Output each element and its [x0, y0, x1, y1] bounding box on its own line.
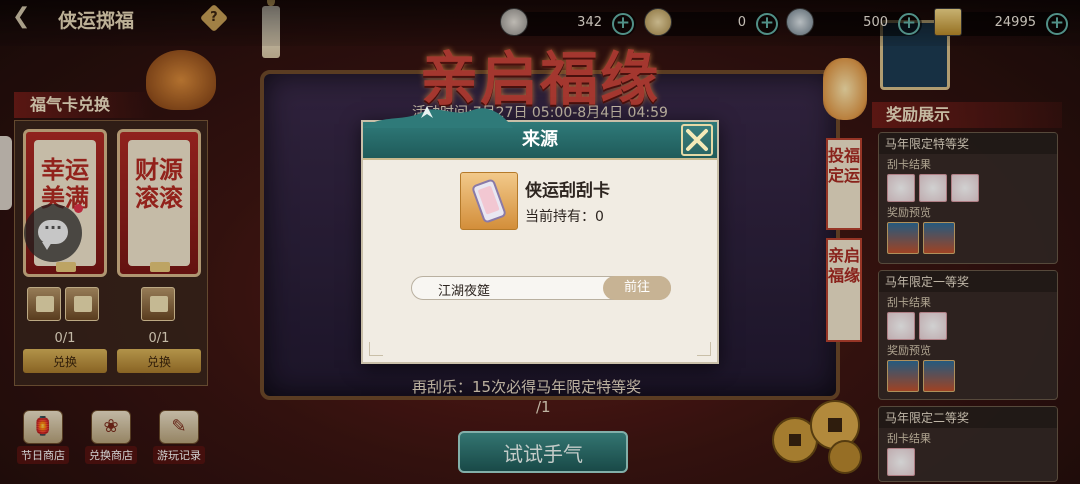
dialog-title: 来源 — [522, 129, 558, 150]
source-label: 江湖夜筵 — [438, 284, 491, 299]
close-x-icon[interactable] — [681, 124, 713, 156]
goto-button[interactable]: 前往 — [603, 276, 671, 300]
source-dialog: 来源 侠运刮刮卡 当前持有：0 江湖夜筵 前往 — [361, 106, 719, 364]
dialog-header: 来源 — [363, 106, 717, 160]
item-held-count: 当前持有：0 — [525, 209, 604, 225]
corner-ornament — [697, 342, 711, 356]
item-name: 侠运刮刮卡 — [525, 181, 610, 201]
scratch-card-item-icon — [460, 172, 518, 230]
source-entry: 江湖夜筵 前往 — [411, 276, 671, 300]
corner-ornament — [369, 342, 383, 356]
